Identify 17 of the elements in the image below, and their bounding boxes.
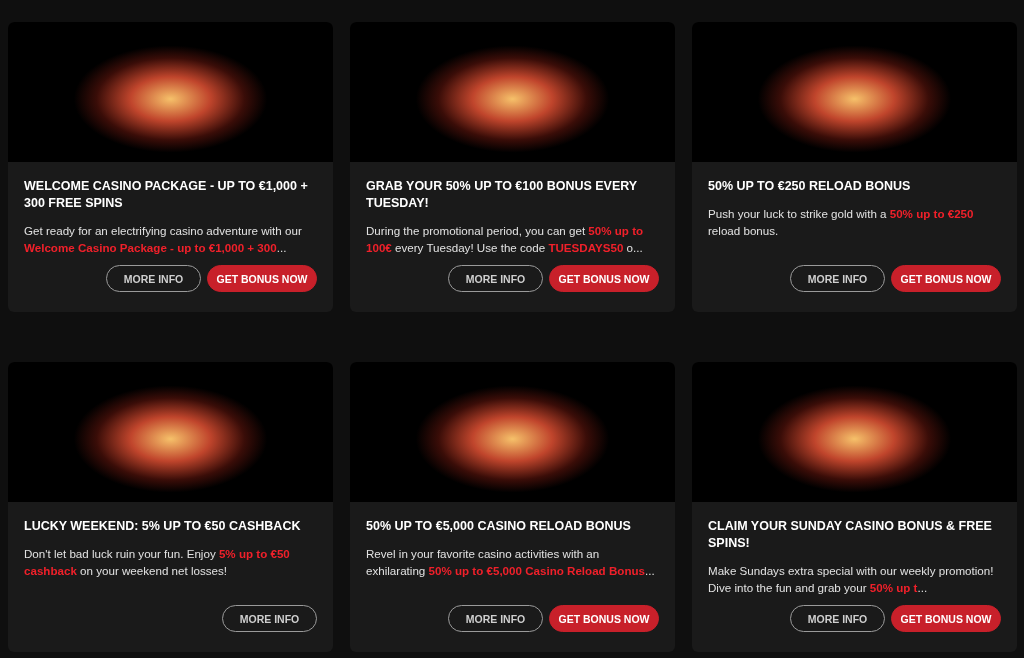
promo-description: Push your luck to strike gold with a 50% up to €250 reload bonus.	[708, 206, 975, 239]
promo-description: Revel in your favorite casino activities with an exhilarating 50% up to €5,000 Casino Reload Bonus...	[366, 546, 656, 579]
promo-title: LUCKY WEEKEND: 5% UP TO €50 CASHBACK	[24, 518, 302, 535]
get-bonus-button[interactable]: GET BONUS NOW	[891, 265, 1001, 292]
promo-description: Don't let bad luck ruin your fun. Enjoy 5% up to €50 cashback on your weekend net losses!	[24, 546, 291, 579]
get-bonus-button[interactable]: GET BONUS NOW	[207, 265, 317, 292]
get-bonus-button[interactable]: GET BONUS NOW	[549, 605, 659, 632]
promo-description: Make Sundays extra special with our weekly promotion! Dive into the fun and grab your 50% up t...	[708, 563, 995, 596]
promo-title: 50% UP TO €5,000 CASINO RELOAD BONUS	[366, 518, 632, 535]
get-bonus-button[interactable]: GET BONUS NOW	[891, 605, 1001, 632]
promo-description: Get ready for an electrifying casino adventure with our Welcome Casino Package - up to €1,000 + 300...	[24, 223, 303, 256]
promo-title: WELCOME CASINO PACKAGE - UP TO €1,000 + 300 FREE SPINS	[24, 178, 309, 212]
promo-title: 50% UP TO €250 RELOAD BONUS	[708, 178, 912, 195]
get-bonus-button[interactable]: GET BONUS NOW	[549, 265, 659, 292]
promo-title: CLAIM YOUR SUNDAY CASINO BONUS & FREE SPINS!	[708, 518, 993, 552]
promo-description: During the promotional period, you can get 50% up to 100€ every Tuesday! Use the code TUESDAYS50 o...	[366, 223, 645, 256]
promo-title: GRAB YOUR 50% UP TO €100 BONUS EVERY TUESDAY!	[366, 178, 638, 212]
